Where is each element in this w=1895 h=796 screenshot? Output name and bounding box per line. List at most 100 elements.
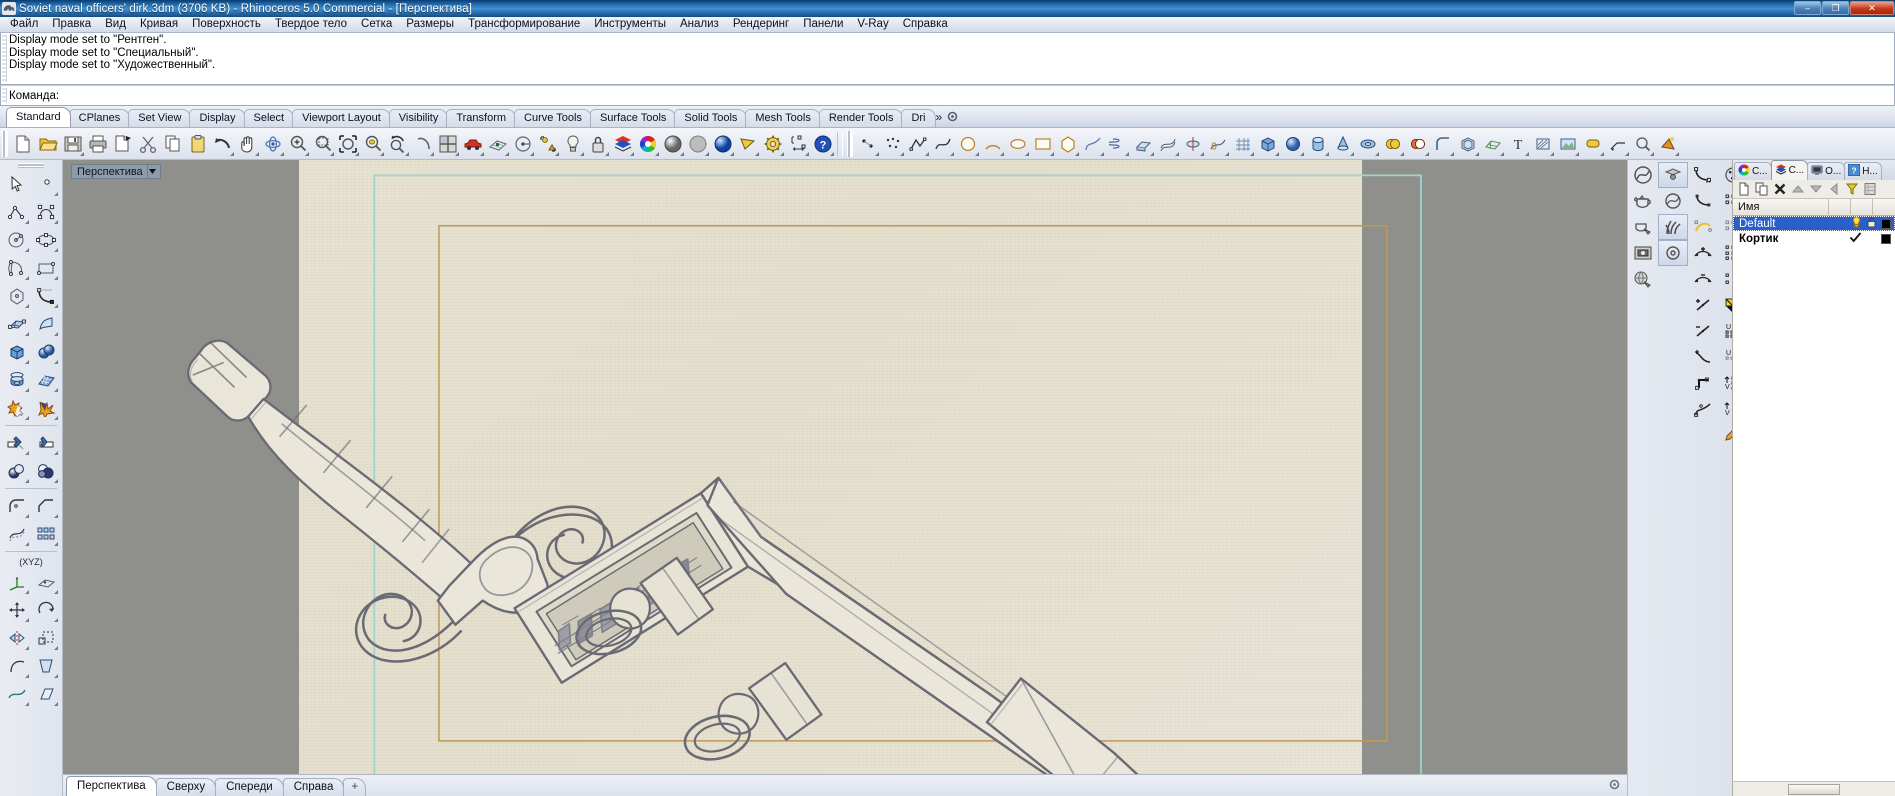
column-name[interactable]: Имя — [1733, 198, 1829, 216]
point-icon[interactable] — [31, 170, 60, 198]
render-globe-icon[interactable] — [1628, 266, 1658, 292]
remove-kink-icon[interactable] — [1688, 318, 1718, 344]
move-left-icon[interactable] — [1825, 181, 1842, 198]
point-object-icon[interactable] — [855, 131, 880, 157]
circle-center-radius-icon[interactable] — [2, 226, 31, 254]
copy-to-clipboard-icon[interactable] — [110, 131, 135, 157]
new-layer-icon[interactable] — [1735, 181, 1752, 198]
zoom-extents-icon[interactable] — [335, 131, 360, 157]
gear-icon[interactable] — [1608, 778, 1621, 796]
freeform-curve-icon[interactable] — [1080, 131, 1105, 157]
boolean-difference-icon[interactable] — [1405, 131, 1430, 157]
bend-icon[interactable] — [2, 652, 31, 680]
copy-icon[interactable] — [160, 131, 185, 157]
menu-vray[interactable]: V-Ray — [850, 17, 895, 32]
uv-swap-icon[interactable] — [1718, 292, 1732, 318]
u-direction-2-icon[interactable]: U — [1718, 344, 1732, 370]
sphere-icon[interactable] — [1280, 131, 1305, 157]
control-points-on-icon[interactable] — [1718, 188, 1732, 214]
help-icon[interactable]: ? — [810, 131, 835, 157]
leader-icon[interactable] — [1605, 131, 1630, 157]
menu-solid[interactable]: Твердое тело — [268, 17, 354, 32]
filter-icon[interactable] — [1843, 181, 1860, 198]
flow-icon[interactable] — [2, 680, 31, 708]
car-icon[interactable] — [460, 131, 485, 157]
command-input[interactable] — [61, 88, 1894, 103]
layers-list[interactable]: Default Кортик — [1733, 216, 1895, 781]
polyline-icon[interactable] — [905, 131, 930, 157]
array-icon[interactable] — [31, 520, 60, 548]
ellipse-icon[interactable] — [31, 226, 60, 254]
cut-scissors-icon[interactable] — [135, 131, 160, 157]
rotate-icon[interactable] — [31, 596, 60, 624]
loft-icon[interactable] — [1155, 131, 1180, 157]
new-file-icon[interactable] — [10, 131, 35, 157]
u-direction-icon[interactable]: U — [1718, 318, 1732, 344]
undo-icon[interactable] — [210, 131, 235, 157]
viewport-tab-right[interactable]: Справа — [282, 778, 345, 796]
toolbar-grip-2[interactable] — [847, 130, 853, 157]
analysis-icon[interactable] — [1630, 131, 1655, 157]
revolve-icon[interactable] — [1180, 131, 1205, 157]
boolean-union-icon[interactable] — [2, 394, 31, 422]
cylinder-icon[interactable] — [1305, 131, 1330, 157]
table-row[interactable]: Default — [1733, 216, 1895, 231]
color-wheel-icon[interactable] — [635, 131, 660, 157]
tab-solid-tools[interactable]: Solid Tools — [674, 109, 748, 127]
panel-tab-properties[interactable]: С... — [1734, 162, 1772, 180]
shell-icon[interactable] — [1455, 131, 1480, 157]
panel-tab-help[interactable]: ? Н... — [1844, 162, 1882, 180]
viewport-tab-top[interactable]: Сверху — [155, 778, 217, 796]
rectangle-icon[interactable] — [31, 254, 60, 282]
chevron-down-icon[interactable] — [146, 165, 158, 178]
rotate-view-icon[interactable] — [260, 131, 285, 157]
render-preview-icon[interactable] — [735, 131, 760, 157]
panel-tab-layers[interactable]: С... — [1770, 160, 1809, 180]
arc-icon[interactable] — [980, 131, 1005, 157]
render-window-icon[interactable] — [1628, 240, 1658, 266]
curve-point-icon[interactable] — [1688, 188, 1718, 214]
teapot-select-icon[interactable] — [1628, 214, 1658, 240]
toolbar-grip[interactable] — [2, 130, 8, 157]
tab-mesh-tools[interactable]: Mesh Tools — [745, 109, 821, 127]
tab-select[interactable]: Select — [243, 109, 295, 127]
annotation-dot-icon[interactable] — [1580, 131, 1605, 157]
delete-layer-icon[interactable] — [1771, 181, 1788, 198]
left-toolbar-grip[interactable] — [18, 163, 44, 168]
zoom-selected-icon[interactable] — [360, 131, 385, 157]
points-grid-icon[interactable] — [1718, 240, 1732, 266]
properties-icon[interactable] — [1861, 181, 1878, 198]
hatch-icon[interactable] — [1530, 131, 1555, 157]
menu-curve[interactable]: Кривая — [133, 17, 185, 32]
tab-transform[interactable]: Transform — [446, 109, 517, 127]
current-layer-check-icon[interactable] — [1849, 231, 1862, 246]
torus-icon[interactable] — [1355, 131, 1380, 157]
remove-point-icon[interactable] — [1688, 266, 1718, 292]
tab-set-view[interactable]: Set View — [128, 109, 192, 127]
fillet-edge-icon[interactable] — [1430, 131, 1455, 157]
rendered-sphere-icon[interactable] — [710, 131, 735, 157]
menu-panels[interactable]: Панели — [796, 17, 850, 32]
split-icon[interactable] — [31, 429, 60, 457]
menu-transform[interactable]: Трансформирование — [461, 17, 587, 32]
arc-icon[interactable] — [2, 254, 31, 282]
minimize-button[interactable]: – — [1794, 1, 1821, 15]
tab-display[interactable]: Display — [189, 109, 246, 127]
grass-icon[interactable] — [1658, 214, 1688, 240]
tab-standard[interactable]: Standard — [6, 107, 71, 127]
teapot-icon[interactable] — [1628, 188, 1658, 214]
fillet-icon[interactable] — [2, 492, 31, 520]
cplane-icon[interactable] — [31, 568, 60, 596]
menu-file[interactable]: Файл — [3, 17, 45, 32]
boolean-difference-icon[interactable] — [2, 457, 31, 485]
scrollbar-thumb[interactable] — [1788, 783, 1840, 795]
curve-highlight-icon[interactable] — [1688, 214, 1718, 240]
command-prompt-bar[interactable]: Команда: — [0, 85, 1895, 106]
copy-layer-icon[interactable] — [1753, 181, 1770, 198]
zoom-window-icon[interactable] — [310, 131, 335, 157]
layer-color-swatch[interactable] — [1881, 218, 1891, 229]
command-prompt-grip[interactable] — [2, 88, 7, 103]
blend-curve-icon[interactable] — [1688, 396, 1718, 422]
table-row[interactable]: Кортик — [1733, 231, 1895, 246]
text-object-icon[interactable]: T — [1505, 131, 1530, 157]
